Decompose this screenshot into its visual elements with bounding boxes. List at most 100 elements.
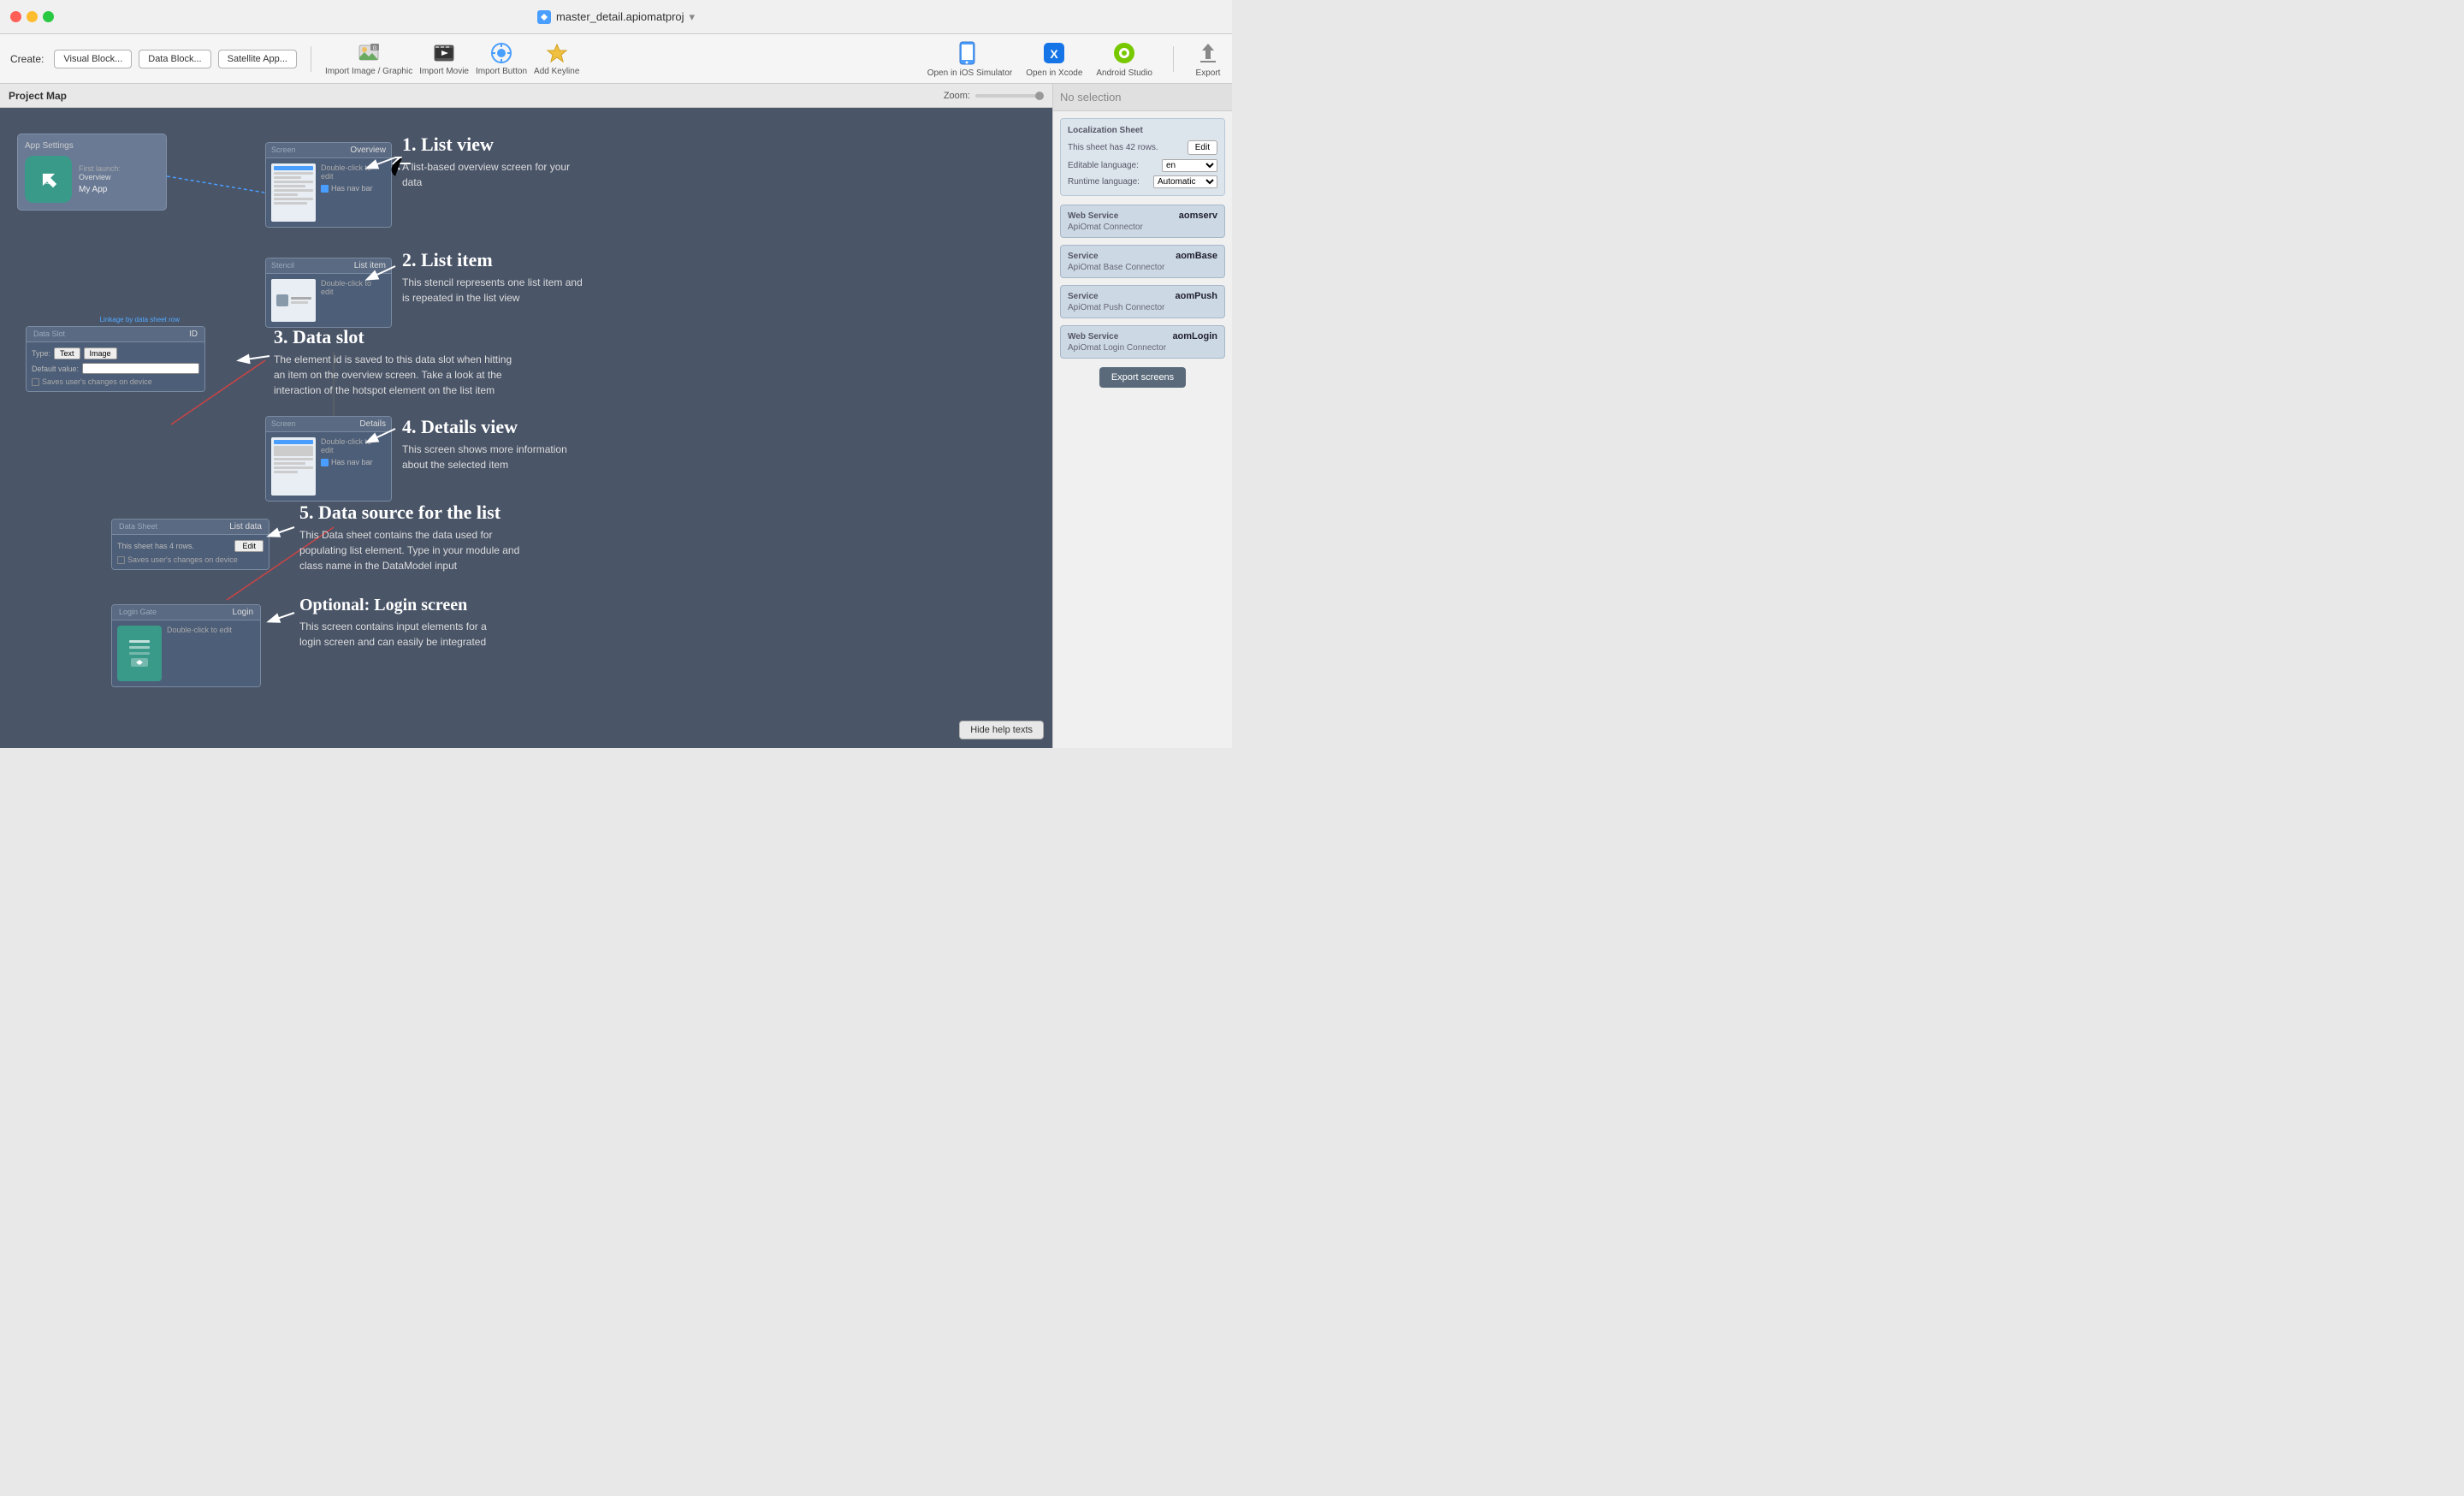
satellite-app-button[interactable]: Satellite App...	[218, 50, 297, 68]
screen-overview-card[interactable]: Screen Overview	[265, 142, 392, 228]
service-desc: ApiOmat Connector	[1068, 223, 1217, 232]
import-image-tool[interactable]: G Import Image / Graphic	[325, 41, 412, 76]
data-block-button[interactable]: Data Block...	[139, 50, 210, 68]
data-sheet-card[interactable]: Data Sheet List data This sheet has 4 ro…	[111, 519, 270, 570]
optional-heading: Optional: Login screen	[299, 596, 505, 615]
open-ios-icon	[956, 39, 983, 67]
runtime-lang-label: Runtime language:	[1068, 177, 1140, 187]
step4-text: This screen shows more information about…	[402, 442, 590, 472]
stencil-type: Stencil	[271, 261, 294, 270]
loc-title: Localization Sheet	[1068, 126, 1217, 135]
add-keyline-tool[interactable]: Add Keyline	[534, 41, 579, 76]
app-settings-card[interactable]: App Settings ⌂ First launch:	[17, 134, 167, 211]
project-map: Project Map Zoom: App Settings	[0, 84, 1052, 748]
main-layout: Project Map Zoom: App Settings	[0, 84, 1232, 748]
export-tool[interactable]: Export	[1194, 39, 1222, 78]
data-slot-card[interactable]: Data Slot ID Type: Text Image Default va…	[26, 326, 205, 392]
import-movie-tool[interactable]: Import Movie	[419, 41, 469, 76]
annotation-step4: 4. Details view This screen shows more i…	[402, 416, 590, 472]
window-controls[interactable]	[10, 11, 54, 22]
type-text-btn[interactable]: Text	[54, 347, 80, 359]
annotation-step1: 1. List view A list-based overview scree…	[402, 134, 590, 190]
zoom-slider[interactable]	[975, 94, 1044, 98]
close-button[interactable]	[10, 11, 21, 22]
visual-block-button[interactable]: Visual Block...	[54, 50, 132, 68]
add-keyline-icon	[545, 41, 569, 65]
import-image-icon: G	[357, 41, 381, 65]
app-name: My App	[79, 185, 121, 194]
maximize-button[interactable]	[43, 11, 54, 22]
annotation-step2: 2. List item This stencil represents one…	[402, 249, 590, 306]
annotation-step5: 5. Data source for the list This Data sh…	[299, 502, 539, 573]
screen-details-action: Double-click to edit	[321, 437, 386, 454]
step1-text: A list-based overview screen for your da…	[402, 159, 590, 190]
screen-details-navbar: Has nav bar	[331, 458, 373, 466]
svg-text:X: X	[1051, 47, 1059, 61]
right-panel-header: No selection	[1053, 84, 1232, 111]
service-card[interactable]: Web Service aomLogin ApiOmat Login Conne…	[1060, 325, 1225, 359]
open-ios-tool[interactable]: Open in iOS Simulator	[927, 39, 1013, 78]
type-image-btn[interactable]: Image	[84, 347, 117, 359]
screen-overview-name: Overview	[350, 145, 386, 155]
service-name: aomLogin	[1172, 331, 1217, 341]
step3-text: The element id is saved to this data slo…	[274, 352, 522, 398]
services-list: Web Service aomserv ApiOmat Connector Se…	[1060, 205, 1225, 359]
canvas[interactable]: App Settings ⌂ First launch:	[0, 108, 1052, 748]
service-type: Service	[1068, 292, 1099, 301]
saves-checkbox[interactable]	[32, 378, 39, 386]
default-value-input[interactable]	[82, 363, 199, 374]
data-sheet-saves-checkbox[interactable]	[117, 556, 125, 564]
app-launch-screen: Overview	[79, 173, 121, 181]
service-desc: ApiOmat Base Connector	[1068, 263, 1217, 272]
login-gate-name: Login	[233, 608, 253, 617]
service-name: aomBase	[1176, 251, 1217, 261]
import-image-label: Import Image / Graphic	[325, 67, 412, 76]
titlebar: master_detail.apiomatproj ▾	[0, 0, 1232, 34]
project-map-header: Project Map Zoom:	[0, 84, 1052, 108]
screen-overview-type: Screen	[271, 145, 296, 155]
login-gate-action: Double-click to edit	[167, 626, 232, 634]
service-desc: ApiOmat Push Connector	[1068, 303, 1217, 312]
screen-details-name: Details	[359, 419, 386, 429]
stencil-card[interactable]: Stencil List item	[265, 258, 392, 328]
service-card[interactable]: Web Service aomserv ApiOmat Connector	[1060, 205, 1225, 238]
runtime-lang-select[interactable]: Automatic	[1153, 175, 1217, 188]
service-card[interactable]: Service aomBase ApiOmat Base Connector	[1060, 245, 1225, 278]
default-value-label: Default value:	[32, 365, 79, 373]
toolbar-right: Open in iOS Simulator X Open in Xcode An…	[927, 39, 1222, 78]
screen-overview-navbar: Has nav bar	[331, 184, 373, 193]
login-gate-type: Login Gate	[119, 608, 157, 617]
step4-heading: 4. Details view	[402, 416, 590, 438]
minimize-button[interactable]	[27, 11, 38, 22]
import-movie-icon	[432, 41, 456, 65]
hide-help-button[interactable]: Hide help texts	[959, 721, 1044, 739]
svg-text:⌂: ⌂	[44, 173, 51, 187]
no-selection: No selection	[1060, 91, 1122, 104]
data-sheet-saves-label: Saves user's changes on device	[127, 555, 238, 564]
toolbar: Create: Visual Block... Data Block... Sa…	[0, 34, 1232, 84]
data-sheet-type: Data Sheet	[119, 522, 157, 531]
login-gate-card[interactable]: Login Gate Login Doub	[111, 604, 261, 687]
localization-section: Localization Sheet This sheet has 42 row…	[1060, 118, 1225, 196]
optional-text: This screen contains input elements for …	[299, 619, 505, 650]
android-studio-tool[interactable]: Android Studio	[1096, 39, 1152, 78]
saves-label: Saves user's changes on device	[42, 377, 152, 386]
step5-heading: 5. Data source for the list	[299, 502, 539, 524]
import-button-icon	[489, 41, 513, 65]
editable-lang-select[interactable]: en	[1162, 159, 1217, 172]
export-screens-button[interactable]: Export screens	[1099, 367, 1186, 388]
step5-text: This Data sheet contains the data used f…	[299, 527, 539, 573]
stencil-action: Double-click to edit	[321, 279, 386, 296]
editable-lang-label: Editable language:	[1068, 161, 1139, 170]
app-settings-title: App Settings	[25, 141, 159, 151]
screen-details-card[interactable]: Screen Details Double-c	[265, 416, 392, 502]
service-desc: ApiOmat Login Connector	[1068, 343, 1217, 353]
service-type: Service	[1068, 252, 1099, 261]
import-button-tool[interactable]: Import Button	[476, 41, 527, 76]
loc-edit-btn[interactable]: Edit	[1188, 140, 1217, 155]
service-card[interactable]: Service aomPush ApiOmat Push Connector	[1060, 285, 1225, 318]
data-sheet-edit-btn[interactable]: Edit	[234, 540, 264, 552]
open-xcode-tool[interactable]: X Open in Xcode	[1026, 39, 1082, 78]
data-slot-type-label: Type:	[32, 349, 50, 358]
service-name: aomserv	[1179, 211, 1217, 221]
